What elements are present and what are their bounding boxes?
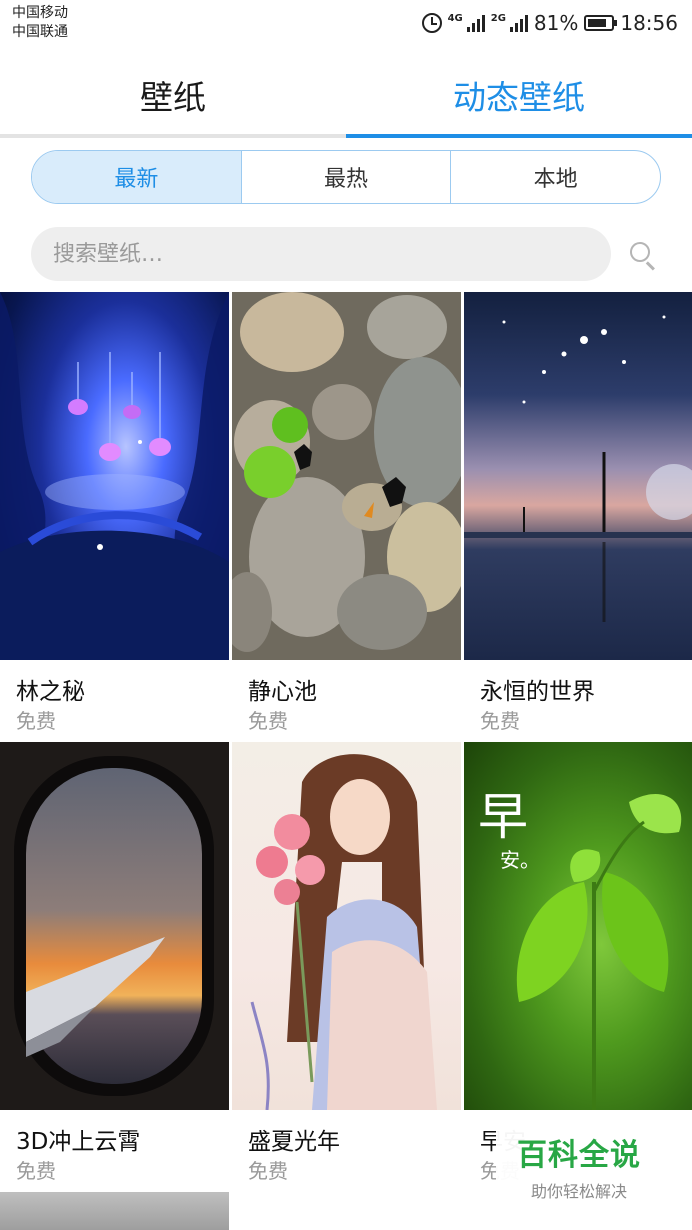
wallpaper-name: 盛夏光年	[248, 1129, 340, 1155]
clock: 18:56	[620, 11, 678, 35]
signal-2g-icon: 2G	[491, 14, 528, 32]
wallpaper-price: 免费	[16, 1159, 56, 1183]
wallpaper-thumbnail	[464, 292, 692, 660]
wallpaper-thumbnail: 早 安。	[464, 742, 692, 1110]
filter-hottest[interactable]: 最热	[240, 151, 451, 203]
wallpaper-card[interactable]: 3D冲上云霄 免费	[0, 742, 229, 1192]
carrier-1: 中国移动	[12, 5, 68, 21]
wallpaper-card[interactable]	[0, 1192, 229, 1230]
wallpaper-price: 免费	[248, 1159, 288, 1183]
status-bar: 中国移动 中国联通 4G 2G 81% 18:56	[0, 0, 692, 48]
watermark-subtitle: 助你轻松解决	[530, 1182, 627, 1201]
tab-wallpaper-underline	[0, 134, 346, 138]
top-tab-bar: 壁纸 动态壁纸	[0, 52, 692, 138]
tab-live-wallpaper[interactable]: 动态壁纸	[346, 52, 692, 138]
wallpaper-card[interactable]: 永恒的世界 免费	[464, 292, 692, 742]
overlay-big-text: 早	[478, 788, 528, 846]
tab-wallpaper[interactable]: 壁纸	[0, 52, 346, 138]
tab-live-wallpaper-underline	[346, 134, 692, 138]
carrier-labels: 中国移动 中国联通	[12, 4, 68, 42]
filter-segment: 最新 最热 本地	[31, 150, 661, 204]
wallpaper-card[interactable]: 林之秘 免费	[0, 292, 229, 742]
watermark-title: 百科全说	[517, 1138, 641, 1173]
signal-4g-icon: 4G	[448, 14, 485, 32]
wallpaper-name: 静心池	[248, 679, 317, 705]
carrier-2: 中国联通	[12, 24, 68, 40]
wallpaper-thumbnail	[0, 1192, 229, 1230]
wallpaper-price: 免费	[248, 709, 288, 733]
wallpaper-name: 林之秘	[16, 679, 85, 705]
wallpaper-name: 3D冲上云霄	[16, 1129, 141, 1155]
search-input[interactable]	[31, 227, 611, 281]
filter-newest[interactable]: 最新	[32, 151, 241, 203]
search-icon[interactable]	[628, 240, 658, 271]
wallpaper-card[interactable]: 盛夏光年 免费	[232, 742, 461, 1192]
wallpaper-price: 免费	[480, 709, 520, 733]
wallpaper-name: 永恒的世界	[480, 679, 595, 705]
tab-wallpaper-label: 壁纸	[140, 78, 206, 117]
wallpaper-card[interactable]: 静心池 免费	[232, 292, 461, 742]
overlay-small-text: 安。	[500, 848, 540, 872]
wallpaper-thumbnail	[232, 292, 461, 660]
wallpaper-price: 免费	[16, 709, 56, 733]
battery-icon	[584, 15, 618, 31]
battery-percent: 81%	[533, 11, 579, 35]
filter-local[interactable]: 本地	[450, 151, 660, 203]
wallpaper-thumbnail	[232, 742, 461, 1110]
wallpaper-thumbnail	[0, 742, 229, 1110]
tab-live-wallpaper-label: 动态壁纸	[453, 78, 585, 117]
alarm-icon	[421, 13, 442, 33]
watermark-logo: 百科全说 助你轻松解决	[496, 1122, 662, 1210]
wallpaper-thumbnail	[0, 292, 229, 660]
status-icons: 4G 2G 81% 18:56	[421, 10, 678, 36]
